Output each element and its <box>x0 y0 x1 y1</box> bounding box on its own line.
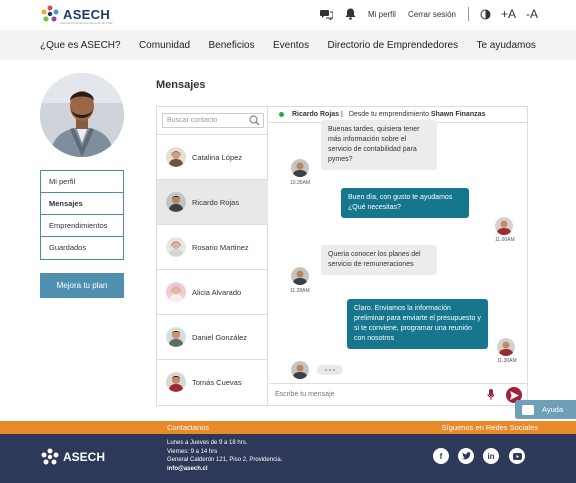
linkedin-icon[interactable]: in <box>483 448 499 464</box>
message-time: 11.28AM <box>290 288 310 294</box>
message-bubble-outgoing: Buen día, con gusto te ayudamos ¿Qué nec… <box>341 188 469 218</box>
contact-avatar <box>166 192 186 212</box>
font-decrease-button[interactable]: -A <box>526 7 538 21</box>
chat-pane: Ricardo Rojas | Desde tu emprendimiento … <box>269 107 527 405</box>
profile-menu: Mi perfil Mensajes Emprendimientos Guard… <box>40 170 124 260</box>
online-status-dot <box>279 111 284 117</box>
contact-item[interactable]: Daniel González <box>157 314 268 359</box>
contact-item[interactable]: Ricardo Rojas <box>157 179 268 224</box>
help-label: Ayuda <box>542 405 564 414</box>
contact-item[interactable]: Tomás Cuevas <box>157 359 268 404</box>
contact-list: Buscar contacto Catalina López Ricardo R… <box>157 107 268 405</box>
footer-headings: Contactanos Síguenos en Redes Sociales <box>0 421 576 434</box>
upgrade-plan-button[interactable]: Mejora tu plan <box>40 273 124 298</box>
chat-header-separator: | <box>341 111 343 118</box>
contact-name: Tomás Cuevas <box>192 377 242 387</box>
footer-hours-weekdays: Lunes a Jueves de 9 a 18 hrs. <box>167 440 248 446</box>
nav-item-te-ayudamos[interactable]: Te ayudamos <box>476 40 535 51</box>
microphone-icon[interactable] <box>487 389 495 411</box>
brand-logo[interactable]: ASECH Asociación de Emprendedores de Chi… <box>40 5 113 25</box>
sender-avatar <box>497 338 515 356</box>
footer-contact-heading: Contactanos <box>167 423 210 432</box>
contact-name: Daniel González <box>192 332 248 342</box>
typing-indicator <box>317 365 343 375</box>
logo-mark-icon <box>41 448 59 465</box>
messages-panel: Buscar contacto Catalina López Ricardo R… <box>156 106 528 406</box>
sender-avatar <box>291 267 309 285</box>
divider <box>467 7 469 21</box>
footer-email-link[interactable]: info@asech.cl <box>167 465 282 474</box>
profile-avatar <box>40 73 124 157</box>
message-time: 11.30AM <box>497 358 517 364</box>
youtube-icon[interactable] <box>509 448 525 464</box>
footer-address: General Calderón 121, Piso 2, Providenci… <box>167 457 283 463</box>
nav-item-eventos[interactable]: Eventos <box>273 40 309 51</box>
sender-avatar <box>495 217 513 235</box>
page-title: Mensajes <box>156 79 206 91</box>
contact-name: Ricardo Rojas <box>192 197 240 207</box>
menu-item-emprendimientos[interactable]: Emprendimientos <box>41 215 123 237</box>
search-icon[interactable] <box>249 115 260 131</box>
facebook-icon[interactable]: f <box>433 448 449 464</box>
contact-avatar <box>166 327 186 347</box>
chat-contact-name: Ricardo Rojas <box>292 111 340 118</box>
main-nav: ¿Que es ASECH? Comunidad Beneficios Even… <box>0 30 576 60</box>
twitter-icon[interactable] <box>458 448 474 464</box>
chat-bubbles-icon[interactable] <box>320 7 334 21</box>
footer: ASECH Lunes a Jueves de 9 a 18 hrs. Vier… <box>0 434 576 483</box>
contact-avatar <box>166 282 186 302</box>
footer-logo[interactable]: ASECH <box>40 448 105 466</box>
nav-item-comunidad[interactable]: Comunidad <box>139 40 190 51</box>
contact-search-input[interactable]: Buscar contacto <box>162 113 264 128</box>
contact-name: Catalina López <box>192 152 243 162</box>
message-input[interactable]: Escribe tu mensaje <box>269 383 527 405</box>
help-widget-button[interactable]: Ayuda <box>515 400 576 419</box>
contact-item[interactable]: Catalina López <box>157 134 268 179</box>
message-bubble-incoming: Buenas tardes, quisiera tener más inform… <box>321 120 437 170</box>
nav-item-directorio[interactable]: Directorio de Emprendedores <box>327 40 458 51</box>
message-time: 10.35AM <box>290 180 311 186</box>
logout-link[interactable]: Cerrar sesión <box>408 10 456 19</box>
contact-item[interactable]: Alicia Alvarado <box>157 269 268 314</box>
contact-name: Rosario Martinez <box>192 242 249 252</box>
top-bar: ASECH Asociación de Emprendedores de Chi… <box>0 0 576 30</box>
chat-header-business: Shawn Finanzas <box>430 111 486 118</box>
nav-item-que-es-asech[interactable]: ¿Que es ASECH? <box>40 40 121 51</box>
contrast-icon[interactable] <box>479 7 493 21</box>
message-input-placeholder: Escribe tu mensaje <box>275 391 335 398</box>
brand-name: ASECH <box>63 6 111 22</box>
brand-tagline: Asociación de Emprendedores de Chile <box>60 21 113 25</box>
chat-header-context: Desde tu emprendimiento <box>348 111 429 118</box>
footer-social-heading: Síguenos en Redes Sociales <box>441 423 538 432</box>
footer-hours-friday: Viernes: 9 a 14 hrs <box>167 448 218 455</box>
message-bubble-outgoing: Claro. Enviamos la información prelimina… <box>347 299 488 349</box>
contact-avatar <box>166 372 186 392</box>
search-placeholder: Buscar contacto <box>167 117 218 124</box>
font-increase-button[interactable]: +A <box>501 7 516 21</box>
send-icon <box>509 390 519 400</box>
contact-name: Alicia Alvarado <box>192 287 242 297</box>
contact-item[interactable]: Rosario Martinez <box>157 224 268 269</box>
help-chat-icon <box>522 404 534 415</box>
menu-item-mi-perfil[interactable]: Mi perfil <box>41 171 123 193</box>
bell-icon[interactable] <box>344 7 358 21</box>
contact-avatar <box>166 147 186 167</box>
menu-item-mensajes[interactable]: Mensajes <box>41 193 123 215</box>
message-time: 11.00AM <box>495 237 515 243</box>
footer-contact-info: Lunes a Jueves de 9 a 18 hrs. Viernes: 9… <box>167 439 282 473</box>
profile-link[interactable]: Mi perfil <box>368 10 396 19</box>
sender-avatar <box>291 159 309 177</box>
logo-mark-icon <box>41 5 59 22</box>
footer-brand-name: ASECH <box>63 450 106 464</box>
sender-avatar <box>291 361 309 379</box>
contact-avatar <box>166 237 186 257</box>
nav-item-beneficios[interactable]: Beneficios <box>208 40 254 51</box>
top-actions: Mi perfil Cerrar sesión +A -A <box>320 7 538 21</box>
menu-item-guardados[interactable]: Guardados <box>41 237 123 259</box>
message-bubble-incoming: Queria conocer los planes del servicio d… <box>321 245 437 275</box>
